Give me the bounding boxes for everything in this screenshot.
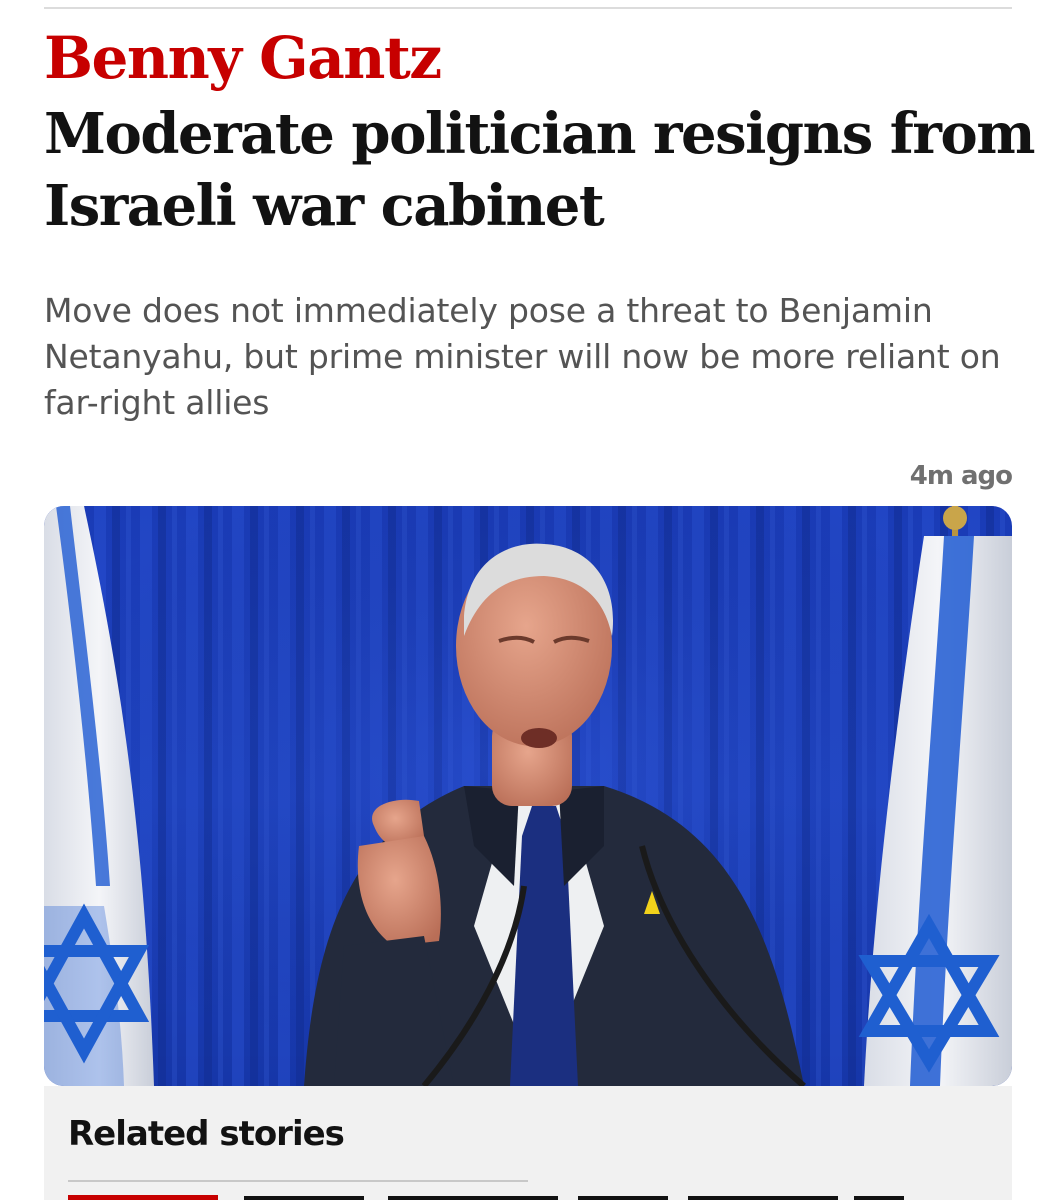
article-hero-image[interactable] (44, 506, 1012, 1086)
related-story-preview (68, 1195, 904, 1200)
related-headline-peek-5 (854, 1196, 904, 1200)
related-stories-heading: Related stories (68, 1114, 345, 1154)
related-headline-peek-2 (388, 1196, 558, 1200)
article-page: Benny Gantz Moderate politician resigns … (0, 0, 1056, 1200)
article-timestamp: 4m ago (909, 461, 1013, 491)
related-story-peek[interactable] (68, 1190, 968, 1200)
related-stories-panel: Related stories (44, 1086, 1012, 1200)
top-divider (44, 7, 1012, 9)
related-stories-divider (68, 1180, 528, 1182)
related-headline-peek-4 (688, 1196, 838, 1200)
article-standfirst: Move does not immediately pose a threat … (44, 291, 1001, 422)
related-kicker-peek (68, 1195, 218, 1200)
article-headline[interactable]: Moderate politician resigns from Israeli… (44, 98, 1036, 242)
related-headline-peek-1 (244, 1196, 364, 1200)
related-headline-peek-3 (578, 1196, 668, 1200)
article-kicker[interactable]: Benny Gantz (44, 20, 442, 96)
